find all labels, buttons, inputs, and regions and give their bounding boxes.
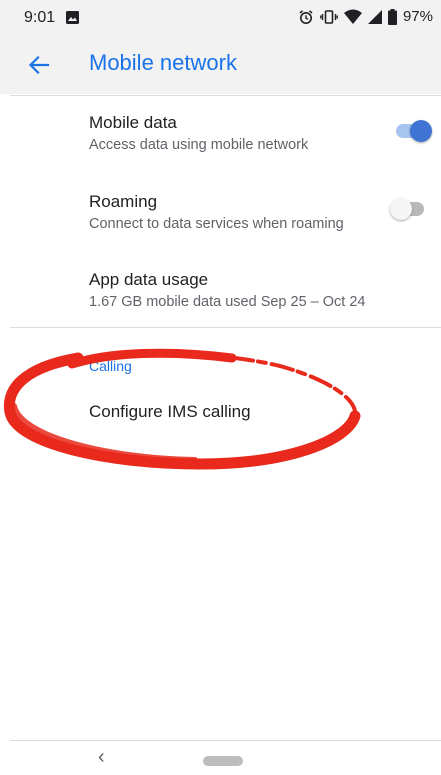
cell-signal-icon [367,9,382,24]
toggle-thumb [390,198,412,220]
divider [10,327,441,328]
app-bar: Mobile network [0,36,441,94]
status-time: 9:01 [24,9,56,26]
arrow-left-icon[interactable] [26,52,52,78]
configure-ims-calling-item[interactable]: Configure IMS calling [89,402,251,422]
home-pill-icon[interactable] [203,756,243,766]
pref-title: App data usage [89,270,209,289]
nav-back-icon[interactable]: ‹ [98,746,105,769]
pref-title: Mobile data [89,113,177,132]
roaming-toggle[interactable] [390,198,426,220]
vibrate-icon [320,9,338,24]
divider [10,95,441,96]
pref-title: Roaming [89,192,158,211]
image-icon [66,11,79,24]
wifi-icon [343,9,362,24]
pref-summary: 1.67 GB mobile data used Sep 25 – Oct 24 [89,294,366,310]
page-title: Mobile network [89,50,237,75]
category-calling: Calling [89,358,132,374]
toggle-thumb [410,120,432,142]
mobile-data-toggle[interactable] [396,120,432,142]
pref-app-data-usage[interactable]: App data usage 1.67 GB mobile data used … [89,270,365,310]
battery-percent: 97% [402,8,433,25]
nav-bar: ‹ [0,741,441,775]
pref-roaming[interactable]: Roaming Connect to data services when ro… [89,192,344,232]
pref-mobile-data[interactable]: Mobile data Access data using mobile net… [89,113,308,153]
status-icons: 97% [298,8,433,25]
alarm-icon [299,9,313,24]
battery-icon [387,8,397,25]
status-bar: 9:01 97% [0,0,441,36]
pref-summary: Connect to data services when roaming [89,216,344,232]
pref-summary: Access data using mobile network [89,137,309,153]
